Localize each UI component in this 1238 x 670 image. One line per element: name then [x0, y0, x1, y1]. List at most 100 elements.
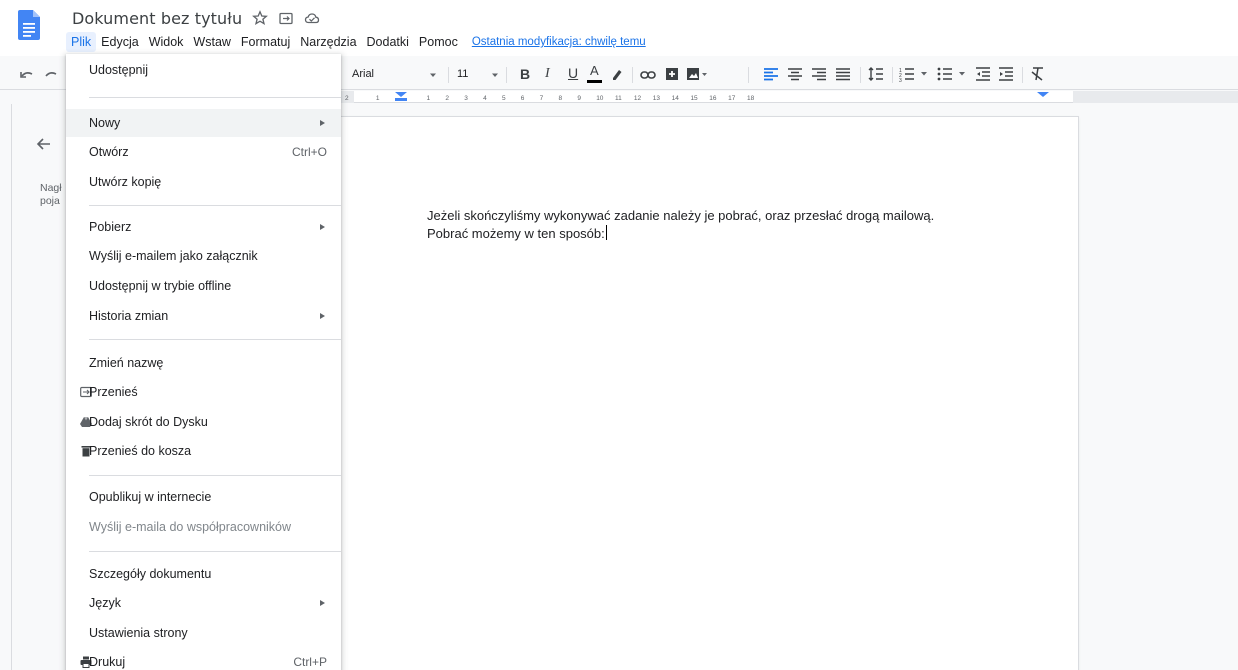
document-body[interactable]: Jeżeli skończyliśmy wykonywać zadanie na… — [427, 207, 934, 243]
menu-item-open[interactable]: Otwórz Ctrl+O — [66, 138, 341, 166]
text-color-swatch — [587, 80, 602, 83]
font-selector[interactable]: Arial — [352, 68, 374, 80]
ruler-right-indent-marker[interactable] — [1037, 92, 1049, 97]
ruler-label: 8 — [559, 95, 563, 102]
bold-icon[interactable]: B — [520, 66, 530, 82]
ruler-label: 14 — [672, 95, 680, 102]
document-title[interactable]: Dokument bez tytułu — [72, 9, 242, 28]
submenu-arrow-icon — [320, 120, 325, 126]
menu-pomoc[interactable]: Pomoc — [414, 32, 463, 52]
ruler-label: 3 — [464, 95, 468, 102]
underline-icon[interactable]: U — [568, 65, 578, 81]
menu-item-label: Nowy — [89, 116, 121, 130]
ruler-label: 18 — [747, 95, 755, 102]
menu-item-label: Wyślij e-mailem jako załącznik — [89, 249, 258, 263]
toolbar-divider — [860, 67, 861, 83]
line-spacing-icon[interactable] — [868, 66, 884, 82]
text-cursor — [605, 225, 607, 240]
menu-separator — [89, 475, 341, 476]
menu-formatuj[interactable]: Formatuj — [236, 32, 295, 52]
menu-dodatki[interactable]: Dodatki — [362, 32, 414, 52]
menu-item-label: Szczegóły dokumentu — [89, 567, 212, 581]
menu-item-version-history[interactable]: Historia zmian — [66, 302, 341, 330]
menu-plik[interactable]: Plik — [66, 32, 97, 52]
text-color-icon[interactable]: A — [590, 63, 599, 78]
menu-item-offline[interactable]: Udostępnij w trybie offline — [66, 272, 341, 300]
paragraph-line-2: Pobrać możemy w ten sposób: — [427, 225, 934, 243]
ruler-label: 6 — [521, 95, 525, 102]
cloud-status-icon[interactable] — [304, 10, 320, 26]
menu-item-share[interactable]: Udostępnij — [66, 56, 341, 84]
ruler-label: 7 — [540, 95, 544, 102]
chevron-down-icon[interactable] — [490, 70, 500, 80]
menu-item-download[interactable]: Pobierz — [66, 213, 341, 241]
menu-separator — [89, 97, 341, 98]
menu-item-move[interactable]: Przenieś — [66, 378, 341, 406]
docs-logo-icon[interactable] — [18, 10, 40, 40]
horizontal-ruler[interactable]: 2 1 1 2 3 4 5 6 7 8 9 10 11 12 13 14 15 16 17 18 — [340, 91, 1238, 103]
menu-separator — [89, 339, 341, 340]
numbered-list-icon[interactable]: 123 — [899, 66, 931, 82]
ruler-label: 5 — [502, 95, 506, 102]
document-page[interactable]: Jeżeli skończyliśmy wykonywać zadanie na… — [340, 117, 1078, 670]
submenu-arrow-icon — [320, 313, 325, 319]
align-right-icon[interactable] — [811, 67, 827, 81]
link-icon[interactable] — [640, 68, 656, 82]
menu-item-document-details[interactable]: Szczegóły dokumentu — [66, 560, 341, 588]
menu-item-print[interactable]: Drukuj Ctrl+P — [66, 648, 341, 670]
menu-item-email-attachment[interactable]: Wyślij e-mailem jako załącznik — [66, 242, 341, 270]
menu-widok[interactable]: Widok — [144, 32, 189, 52]
arrow-back-icon[interactable] — [34, 134, 54, 154]
ruler-label: 17 — [728, 95, 736, 102]
menu-item-language[interactable]: Język — [66, 589, 341, 617]
menu-narzedzia[interactable]: Narzędzia — [295, 32, 361, 52]
last-modified-link[interactable]: Ostatnia modyfikacja: chwilę temu — [472, 33, 646, 51]
menu-item-shortcut: Ctrl+O — [291, 145, 327, 159]
toolbar-divider — [448, 67, 449, 83]
decrease-indent-icon[interactable] — [975, 66, 991, 82]
highlight-icon[interactable] — [610, 67, 624, 81]
ruler-scale: 2 1 1 2 3 4 5 6 7 8 9 10 11 12 13 14 15 16 17 18 — [345, 92, 1049, 102]
clear-formatting-icon[interactable] — [1030, 66, 1046, 82]
align-left-icon[interactable] — [763, 67, 779, 81]
ruler-indent-marker[interactable] — [395, 92, 407, 97]
menu-item-rename[interactable]: Zmień nazwę — [66, 349, 341, 377]
app-header: Dokument bez tytułu Plik Edycja Widok Ws… — [0, 0, 1238, 56]
menu-item-page-setup[interactable]: Ustawienia strony — [66, 619, 341, 647]
paragraph-line-2-text: Pobrać możemy w ten sposób: — [427, 226, 605, 241]
align-center-icon[interactable] — [787, 67, 803, 81]
ruler-label: 16 — [709, 95, 717, 102]
toolbar-divider — [632, 67, 633, 83]
menu-item-make-copy[interactable]: Utwórz kopię — [66, 168, 341, 196]
italic-icon[interactable]: I — [545, 66, 550, 82]
ruler-label: 2 — [345, 95, 349, 102]
toolbar-divider — [892, 67, 893, 83]
ruler-label: 11 — [615, 95, 622, 102]
svg-text:3: 3 — [899, 78, 902, 82]
increase-indent-icon[interactable] — [998, 66, 1014, 82]
image-icon[interactable] — [686, 67, 710, 81]
toolbar-divider — [748, 67, 749, 83]
menu-item-add-drive-shortcut[interactable]: Dodaj skrót do Dysku — [66, 408, 341, 436]
menu-edycja[interactable]: Edycja — [96, 32, 144, 52]
menu-item-label: Utwórz kopię — [89, 175, 162, 189]
menu-wstaw[interactable]: Wstaw — [188, 32, 236, 52]
folder-move-icon[interactable] — [278, 10, 294, 26]
menu-item-trash[interactable]: Przenieś do kosza — [66, 437, 341, 465]
paragraph-line-1: Jeżeli skończyliśmy wykonywać zadanie na… — [427, 208, 935, 223]
star-icon[interactable] — [252, 10, 269, 26]
ruler-label: 9 — [577, 95, 581, 102]
menu-item-label: Ustawienia strony — [89, 626, 188, 640]
menu-item-publish[interactable]: Opublikuj w internecie — [66, 483, 341, 511]
justify-icon[interactable] — [835, 67, 851, 81]
undo-icon[interactable] — [18, 67, 58, 83]
menu-item-label: Wyślij e-maila do współpracowników — [89, 520, 292, 534]
bulleted-list-icon[interactable] — [937, 66, 969, 82]
chevron-down-icon[interactable] — [428, 70, 438, 80]
outline-panel-text: Nagł poja — [40, 182, 66, 208]
comment-icon[interactable] — [665, 67, 679, 81]
outline-body: poja — [40, 195, 60, 207]
menu-item-label: Przenieś — [89, 385, 138, 399]
font-size-selector[interactable]: 11 — [457, 68, 468, 80]
menu-item-new[interactable]: Nowy — [66, 109, 341, 137]
